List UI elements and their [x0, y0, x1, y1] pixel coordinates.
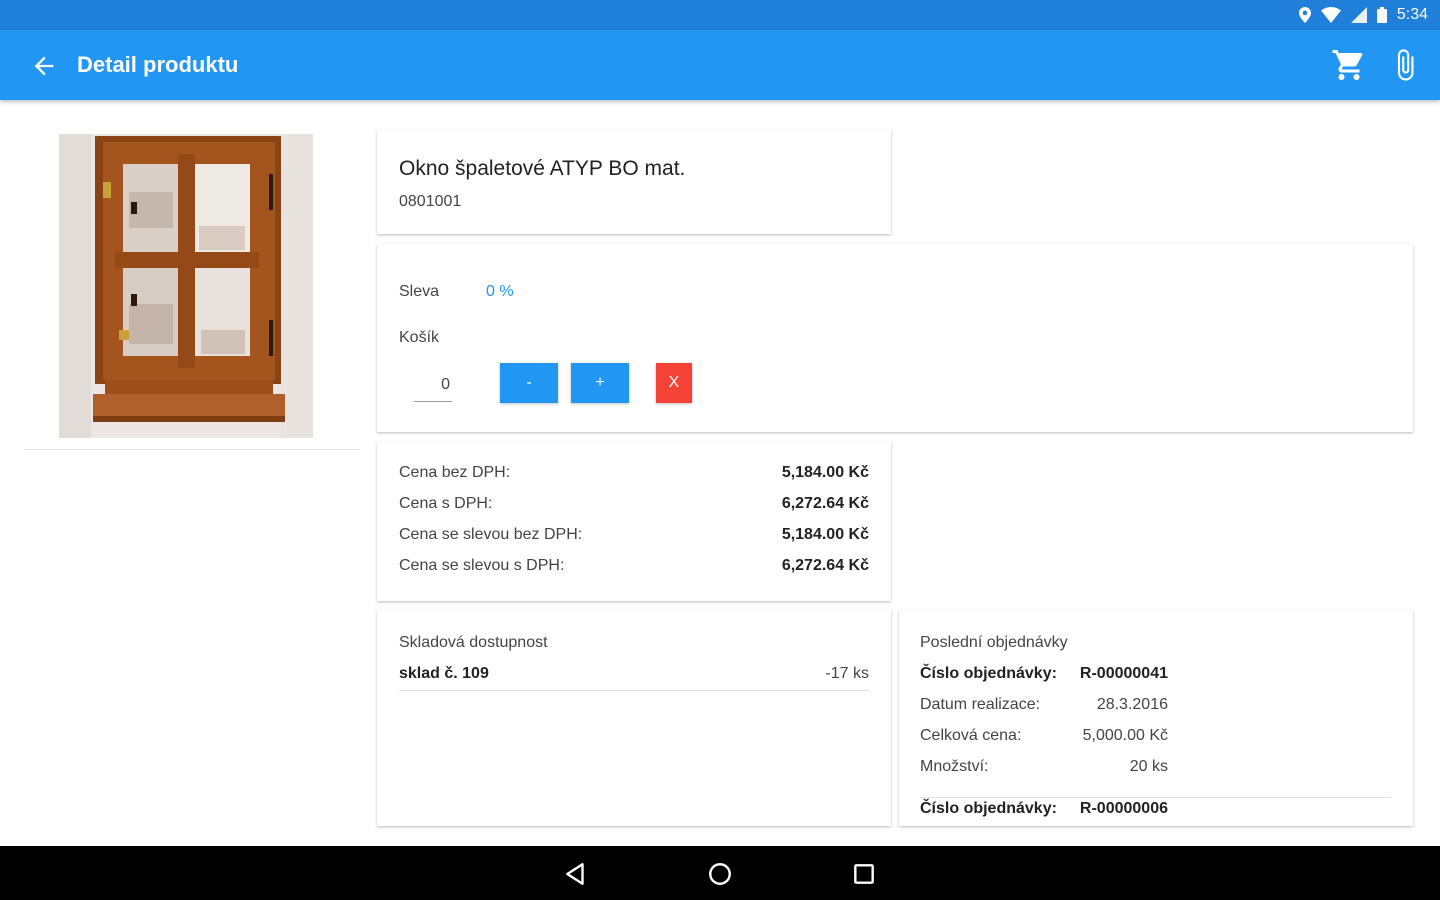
order-date: 28.3.2016 — [1096, 696, 1168, 713]
product-image-panel — [24, 118, 360, 450]
status-time: 5:34 — [1396, 6, 1428, 23]
product-title-card: Okno špaletové ATYP BO mat. 0801001 — [377, 130, 891, 234]
stock-row: sklad č. 109 -17 ks — [399, 665, 869, 691]
price-row: Cena s DPH: 6,272.64 Kč — [399, 495, 869, 517]
nav-back-icon[interactable] — [563, 861, 589, 887]
shopping-cart-icon[interactable] — [1330, 47, 1368, 83]
price-row: Cena se slevou s DPH: 6,272.64 Kč — [399, 557, 869, 579]
increase-quantity-button[interactable]: + — [571, 363, 629, 403]
recent-orders-title: Poslední objednávky — [920, 634, 1068, 651]
nav-recents-icon[interactable] — [851, 861, 877, 887]
stock-amount: -17 ks — [825, 665, 869, 682]
remove-from-cart-button[interactable]: X — [656, 363, 692, 403]
warehouse-name: sklad č. 109 — [399, 665, 489, 682]
system-navigation-bar — [0, 846, 1440, 900]
price-value: 5,184.00 Kč — [781, 464, 869, 481]
order-number: R-00000041 — [1079, 665, 1168, 682]
price-value: 5,184.00 Kč — [781, 526, 869, 543]
order-number: R-00000006 — [1079, 800, 1168, 817]
order-quantity: 20 ks — [1129, 758, 1168, 775]
discount-value[interactable]: 0 % — [486, 283, 514, 301]
wifi-icon — [1320, 7, 1341, 23]
prices-card: Cena bez DPH: 5,184.00 Kč Cena s DPH: 6,… — [377, 442, 891, 601]
order-total-label: Celková cena: — [920, 727, 1022, 744]
price-label: Cena s DPH: — [399, 495, 493, 512]
product-name: Okno špaletové ATYP BO mat. — [399, 157, 686, 180]
cart-card: Sleva 0 % Košík - + X — [377, 244, 1413, 432]
order-quantity-row: Množství: 20 ks — [920, 758, 1168, 780]
signal-icon — [1350, 7, 1367, 23]
discount-label: Sleva — [399, 283, 440, 300]
order-total: 5,000.00 Kč — [1082, 727, 1168, 744]
basket-label: Košík — [399, 329, 440, 346]
order-date-label: Datum realizace: — [920, 696, 1041, 713]
order-divider — [920, 797, 1390, 798]
price-row: Cena se slevou bez DPH: 5,184.00 Kč — [399, 526, 869, 548]
window-illustration — [59, 134, 313, 438]
order-number-row[interactable]: Číslo objednávky: R-00000006 — [920, 800, 1168, 822]
app-bar: Detail produktu — [0, 30, 1440, 100]
order-date-row: Datum realizace: 28.3.2016 — [920, 696, 1168, 718]
recent-orders-card: Poslední objednávky Číslo objednávky: R-… — [899, 610, 1413, 826]
stock-title: Skladová dostupnost — [399, 634, 548, 651]
back-arrow-icon[interactable] — [30, 52, 58, 80]
order-total-row: Celková cena: 5,000.00 Kč — [920, 727, 1168, 749]
product-code: 0801001 — [399, 193, 462, 210]
stock-card: Skladová dostupnost sklad č. 109 -17 ks — [377, 610, 891, 826]
price-value: 6,272.64 Kč — [781, 557, 869, 574]
nav-home-icon[interactable] — [707, 861, 733, 887]
battery-icon — [1376, 7, 1387, 23]
price-value: 6,272.64 Kč — [781, 495, 869, 512]
price-row: Cena bez DPH: 5,184.00 Kč — [399, 464, 869, 486]
order-quantity-label: Množství: — [920, 758, 989, 775]
product-image[interactable] — [59, 134, 313, 438]
price-label: Cena se slevou s DPH: — [399, 557, 565, 574]
order-number-label: Číslo objednávky: — [920, 800, 1057, 817]
order-number-row[interactable]: Číslo objednávky: R-00000041 — [920, 665, 1168, 687]
decrease-quantity-button[interactable]: - — [500, 363, 558, 403]
order-number-label: Číslo objednávky: — [920, 665, 1057, 682]
price-label: Cena se slevou bez DPH: — [399, 526, 583, 543]
location-icon — [1298, 7, 1311, 23]
quantity-input[interactable] — [414, 368, 452, 402]
status-bar: 5:34 — [0, 0, 1440, 30]
price-label: Cena bez DPH: — [399, 464, 511, 481]
attachment-icon[interactable] — [1388, 45, 1422, 85]
page-title: Detail produktu — [77, 52, 239, 77]
